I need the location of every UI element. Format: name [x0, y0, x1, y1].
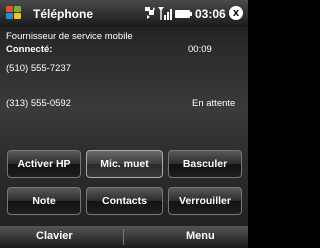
softkey-menu[interactable]: Menu — [186, 230, 215, 242]
note-button[interactable]: Note — [7, 187, 81, 215]
speaker-button[interactable]: Activer HP — [7, 150, 81, 178]
connectivity-icon — [145, 7, 155, 19]
softkey-keypad[interactable]: Clavier — [36, 230, 73, 242]
switch-button[interactable]: Basculer — [168, 150, 242, 178]
lock-button[interactable]: Verrouiller — [168, 187, 242, 215]
mute-button[interactable]: Mic. muet — [86, 150, 163, 178]
signal-icon — [158, 7, 172, 20]
clock: 03:06 — [195, 7, 226, 21]
call-state: Connecté: — [6, 44, 53, 55]
call-duration: 00:09 — [188, 44, 212, 55]
close-button[interactable]: x — [229, 6, 243, 20]
held-number: (313) 555-0592 — [6, 98, 71, 109]
contacts-button[interactable]: Contacts — [86, 187, 163, 215]
status-bar: Téléphone 03:06 x — [0, 0, 248, 27]
windows-start-icon[interactable] — [6, 6, 22, 21]
status-icons — [145, 6, 193, 21]
provider-name: Fournisseur de service mobile — [6, 31, 133, 42]
phone-screen: Téléphone 03:06 x Fournisseur de service… — [0, 0, 248, 248]
softkey-divider — [123, 229, 124, 245]
app-title: Téléphone — [33, 7, 94, 21]
battery-icon — [175, 10, 192, 18]
soft-key-bar: Clavier Menu — [0, 226, 248, 248]
active-number: (510) 555-7237 — [6, 63, 71, 74]
hold-status: En attente — [192, 98, 236, 109]
